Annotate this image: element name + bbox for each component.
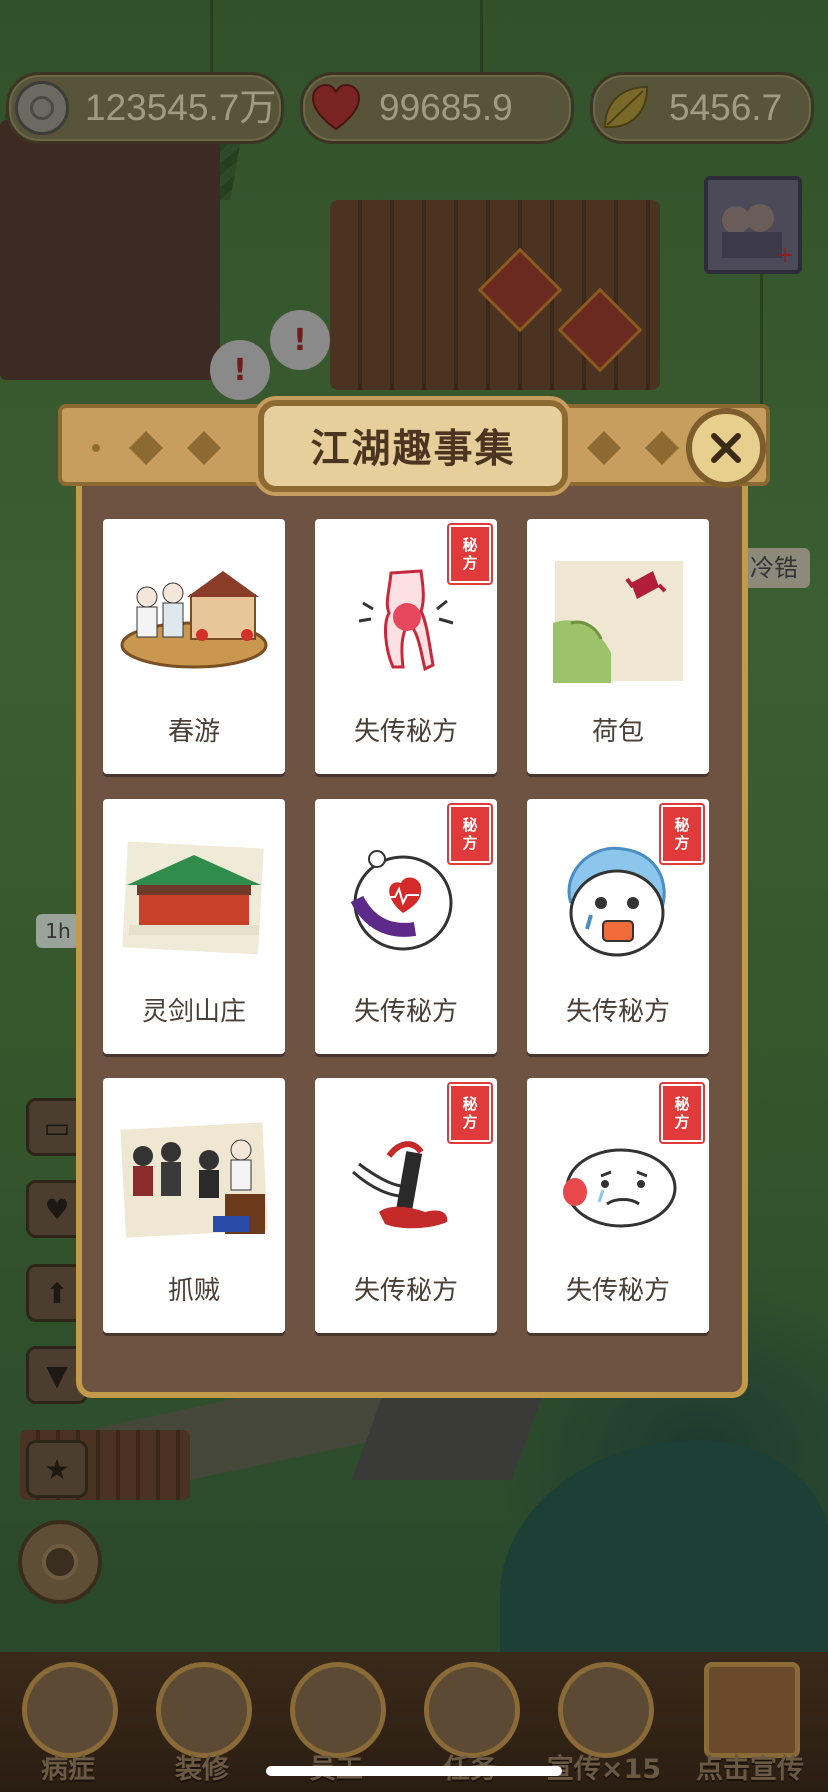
collection-card[interactable]: 春游: [103, 519, 285, 774]
stamp-char: 秘: [462, 1095, 478, 1113]
card-label: 灵剑山庄: [141, 997, 246, 1027]
modal-title-plaque: 江湖趣事集: [258, 400, 568, 492]
card-label: 抓贼: [167, 1276, 220, 1306]
nav-label: 病症: [41, 1754, 95, 1785]
ornament-diamond: [187, 431, 221, 465]
card-label: 失传秘方: [353, 997, 458, 1027]
card-label: 春游: [167, 717, 220, 747]
close-x-icon: [711, 433, 741, 463]
stamp-char: 秘: [674, 1095, 690, 1113]
promo-icon: [558, 1662, 654, 1758]
nav-decorate-button[interactable]: 装修: [142, 1652, 262, 1792]
coin-icon: [15, 81, 69, 135]
nav-label: 装修: [175, 1754, 229, 1785]
home-indicator[interactable]: [266, 1766, 562, 1776]
nav-label: 点击宣传: [696, 1754, 804, 1785]
card-label: 荷包: [591, 717, 644, 747]
collection-card[interactable]: 抓贼: [103, 1078, 285, 1333]
purse-candy-icon: [551, 557, 687, 683]
collection-card[interactable]: 秘 方 失传秘方: [315, 519, 497, 774]
pavilion-hut: [0, 120, 220, 380]
heart-counter[interactable]: 99685.9: [300, 72, 574, 144]
bleeding-leg-icon: [352, 1141, 448, 1229]
collection-card[interactable]: 秘 方 失传秘方: [527, 1078, 709, 1333]
ornament-diamond: [129, 431, 163, 465]
sick-dumpling-icon: [563, 1148, 677, 1228]
alert-bubble[interactable]: !: [210, 340, 270, 400]
heart-value: 99685.9: [379, 87, 513, 128]
card-label: 失传秘方: [353, 1276, 458, 1306]
joint-pain-icon: [358, 569, 454, 672]
close-button[interactable]: [686, 408, 766, 488]
event-portrait-button[interactable]: +: [704, 176, 802, 274]
temple-building-icon: [118, 837, 268, 959]
catch-thief-group-icon: [117, 1118, 271, 1242]
staff-avatar-icon: [290, 1662, 386, 1758]
stamp-char: 秘: [462, 816, 478, 834]
settings-gear-icon[interactable]: [18, 1520, 102, 1604]
hanging-sign: 冷锆: [738, 548, 810, 588]
modal-title: 江湖趣事集: [310, 427, 516, 472]
nav-click-promo-button[interactable]: 点击宣传: [690, 1652, 810, 1792]
nav-promo-button[interactable]: 宣传×15: [544, 1652, 664, 1792]
characters-portrait-icon: +: [722, 204, 794, 268]
collection-card[interactable]: 荷包: [527, 519, 709, 774]
shirt-icon: ▼: [46, 1358, 68, 1392]
ornament-dot: [92, 444, 100, 452]
upgrade-icon: ⬆: [45, 1276, 69, 1310]
card-label: 失传秘方: [565, 1276, 670, 1306]
ornament-diamond: [587, 431, 621, 465]
chest-icon: ▭: [43, 1110, 71, 1144]
collection-card[interactable]: 秘 方 失传秘方: [315, 1078, 497, 1333]
ornament-diamond: [645, 431, 679, 465]
heart-ache-dumpling-icon: [350, 850, 453, 951]
coin-value: 123545.7万: [85, 87, 277, 128]
timer-badge: 1h: [36, 914, 80, 948]
leaf-value: 5456.7: [669, 87, 783, 128]
spring-outing-boat-icon: [120, 571, 268, 669]
svg-text:+: +: [776, 243, 794, 268]
star-book-icon: ★: [44, 1452, 70, 1486]
nav-illness-button[interactable]: 病症: [8, 1652, 128, 1792]
feverish-dumpling-icon: [567, 846, 666, 957]
gold-leaf-icon: [603, 85, 649, 129]
heart-icon: ♥: [44, 1192, 70, 1226]
book-icon: [22, 1662, 118, 1758]
coin-counter[interactable]: 123545.7万: [6, 72, 284, 144]
exclamation-icon: !: [293, 322, 307, 358]
stamp-char: 秘: [462, 536, 478, 554]
stamp-char: 秘: [674, 816, 690, 834]
collection-card[interactable]: 灵剑山庄: [103, 799, 285, 1054]
card-label: 失传秘方: [353, 717, 458, 747]
exclamation-icon: !: [233, 352, 247, 388]
collection-card[interactable]: 秘 方 失传秘方: [315, 799, 497, 1054]
heart-icon: [311, 83, 361, 131]
leaf-counter[interactable]: 5456.7: [590, 72, 814, 144]
bottom-navigation: 病症 装修 员工 任务 宣传×15 点击宣传: [0, 1652, 828, 1792]
achievement-button[interactable]: ★: [26, 1440, 88, 1498]
paint-brush-icon: [156, 1662, 252, 1758]
card-label: 失传秘方: [565, 997, 670, 1027]
famous-doctor-banner-icon: [704, 1662, 800, 1758]
task-scroll-icon: [424, 1662, 520, 1758]
collection-card[interactable]: 秘 方 失传秘方: [527, 799, 709, 1054]
alert-bubble[interactable]: !: [270, 310, 330, 370]
